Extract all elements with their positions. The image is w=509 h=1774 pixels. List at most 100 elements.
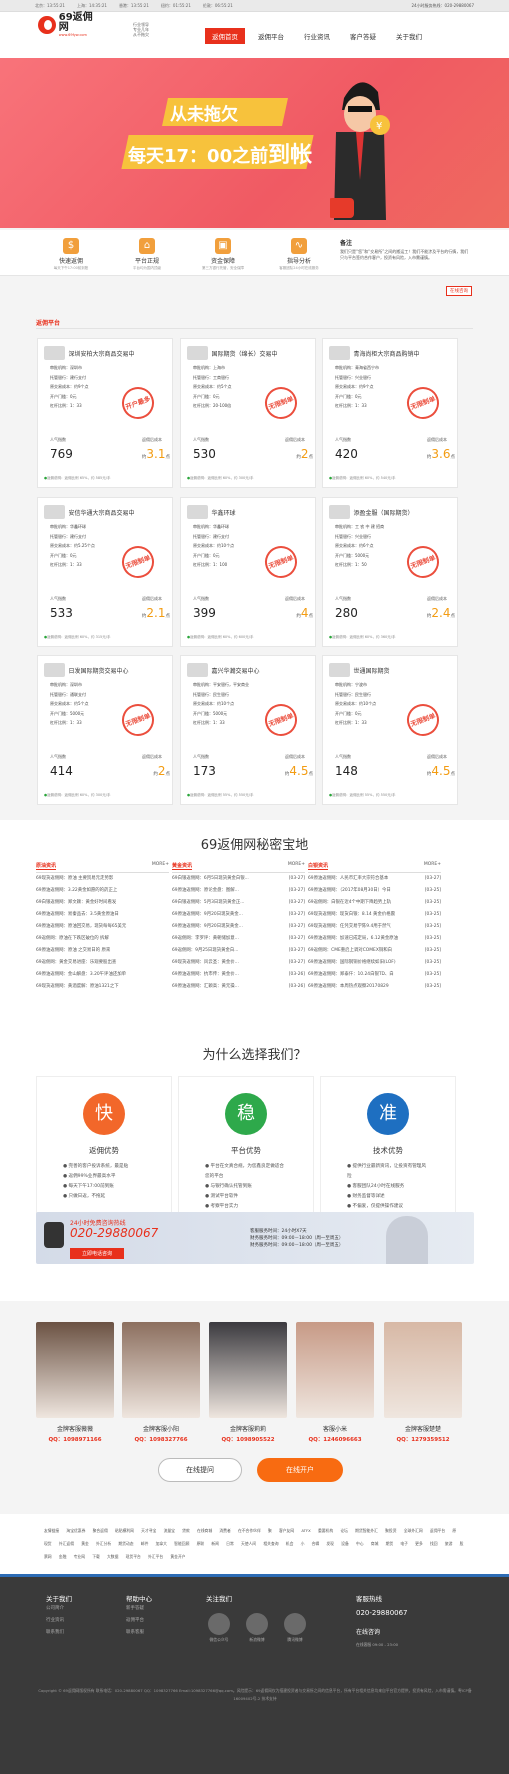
news-item[interactable]: 69原油返佣网：易秦品去：3.5黄金原油日: [36, 909, 169, 921]
advantage-item: ● 不偏爱，仅提供操作建议: [347, 1204, 404, 1209]
slogan: 行业领导 专业几年 从不拖欠: [133, 22, 163, 37]
news-item[interactable]: 69现货返佣网：现货白银：8.14 黄金价格震 [03-25]: [308, 909, 441, 921]
more-link[interactable]: MORE+: [288, 862, 305, 870]
hero-banner[interactable]: 从未拖欠 每天17：00之前到帐 ¥: [0, 58, 509, 228]
news-item[interactable]: 69原油返佣网：人民币汇率大宗符合基本 [03-27]: [308, 873, 441, 885]
news-item[interactable]: 69白银返佣网：5月3日现货黄金正... [03-27]: [172, 897, 305, 909]
service-hours-line: 财务服务时间：09:00－18:00（周一至周五）: [250, 1236, 344, 1241]
agent-qq[interactable]: QQ：1279359512: [384, 1435, 462, 1443]
rebate-cost: 约4.5点: [285, 764, 313, 778]
news-item[interactable]: 69现货返佣网：风云圣：黄金价... [03-27]: [172, 957, 305, 969]
nav-news[interactable]: 行业资讯: [297, 28, 337, 44]
news-item[interactable]: 69白银返佣网：郑文颖：黄金好时间看发: [36, 897, 169, 909]
online-consult-button[interactable]: 在线咨询: [446, 286, 472, 296]
value: 建行支付: [213, 533, 229, 539]
news-item[interactable]: 69原油返佣网：原油 之交易日的 原来: [36, 945, 169, 957]
news-column-title[interactable]: 原油资讯: [36, 862, 57, 870]
news-item[interactable]: 69现货返佣网：任凭交易学陈9.4用于然气 [03-25]: [308, 921, 441, 933]
news-item[interactable]: 69原油返佣网：（2017年08月30日）今日 [03-25]: [308, 885, 441, 897]
value: 3.6: [431, 447, 451, 461]
platform-name: 日发国际期货交易中心: [68, 667, 129, 675]
agent-card[interactable]: 金牌客服楚楚 QQ：1279359512: [384, 1322, 462, 1443]
svg-text:¥: ¥: [376, 121, 382, 132]
nav-home[interactable]: 返佣首页: [205, 28, 245, 44]
footer-online-consult[interactable]: 在线咨询: [356, 1627, 408, 1636]
nav-about[interactable]: 关于我们: [389, 28, 429, 44]
label: 返佣说明：返佣比例: [190, 793, 222, 797]
news-item-title: 69现货返佣网：风云圣：黄金价...: [172, 960, 239, 965]
platform-card[interactable]: 华鑫环球 审批机构：华鑫环球 托管银行：建行支付 原交易成本：约10个点 开户门槛：0元…: [180, 497, 316, 647]
news-item[interactable]: 69返佣网：9月25日现货黄金白... [03-27]: [172, 945, 305, 957]
news-item[interactable]: 69返佣网：白银在近4个中期下降趋势上轨 [03-25]: [308, 897, 441, 909]
friend-links-list[interactable]: 友情链接 淘宝优惠券 聚合返佣 粘贴模利网 天才寻宝 流量宝 贷款 在线商城 消…: [44, 1524, 464, 1563]
agent-qq[interactable]: QQ：1098971166: [36, 1435, 114, 1443]
platform-card[interactable]: 国际期货（绵长）交易中 审批机构：上海市 托管银行：工商银行 原交易成本：约5个点 开户…: [180, 338, 316, 488]
footer-link[interactable]: 公司简介: [46, 1603, 72, 1615]
news-column-title[interactable]: 黄金资讯: [172, 862, 193, 870]
footer-link[interactable]: 返佣平台: [126, 1615, 152, 1627]
news-item[interactable]: 69原油返佣网：抗市传：黄金价... [03-26]: [172, 969, 305, 981]
news-item[interactable]: 69原油返佣网：3.22黄金如愿的的药正上: [36, 885, 169, 897]
label: 托管银行: [193, 691, 209, 697]
news-item[interactable]: 69原油返佣网：汇颖高：黄元操... [03-26]: [172, 981, 305, 993]
news-item[interactable]: 69原油返佣网：加速已成定局，6.12黄金原油 [03-25]: [308, 933, 441, 945]
tencent-weibo-icon[interactable]: 腾讯微博: [282, 1613, 308, 1643]
more-link[interactable]: MORE+: [152, 862, 169, 870]
news-item[interactable]: 69原油返佣网：国际钢铜价格继续如旧(LOF) [03-25]: [308, 957, 441, 969]
advantage-item: ● 与银行确认托管到账: [205, 1184, 252, 1189]
agent-card[interactable]: 金牌客服莉莉 QQ：1098905522: [209, 1322, 287, 1443]
feature-sub: 客服团队24小时在线服务: [279, 266, 319, 270]
footer-link[interactable]: 联系我们: [46, 1627, 72, 1639]
news-item[interactable]: 69现货返佣网：黄酒度解：原油1321之下: [36, 981, 169, 993]
news-item[interactable]: 69原油返佣网：郑泰仟：10.24白银TD、白 [03-25]: [308, 969, 441, 981]
more-link[interactable]: MORE+: [424, 862, 441, 870]
call-now-button[interactable]: 立即电话咨询: [70, 1248, 125, 1259]
news-item[interactable]: 69白银返佣网：6月5日现货黄金白银... [03-27]: [172, 873, 305, 885]
agent-qq[interactable]: QQ：1098905522: [209, 1435, 287, 1443]
news-item[interactable]: 69现货返佣网：原油 主要贸易元走势影: [36, 873, 169, 885]
weibo-icon[interactable]: 新浪微博: [244, 1613, 270, 1643]
label: 人气指数: [50, 437, 66, 442]
wechat-icon[interactable]: 微信公众号: [206, 1613, 232, 1643]
nav-faq[interactable]: 客户答疑: [343, 28, 383, 44]
agent-qq[interactable]: QQ：1246096663: [296, 1435, 374, 1443]
agent-card[interactable]: 金牌客服小阳 QQ：1098327766: [122, 1322, 200, 1443]
platform-card[interactable]: 深圳安柏大宗商品交易中 审批机构：深圳市 托管银行：建行支付 原交易成本：约9个点 开户…: [37, 338, 173, 488]
value: 1：33: [70, 720, 82, 725]
news-column-title[interactable]: 白银资讯: [308, 862, 329, 870]
popularity-value: 530: [193, 447, 216, 461]
news-item[interactable]: 69原油返佣网：本周热点观察20170829 [03-25]: [308, 981, 441, 993]
platform-card[interactable]: 日发国际期货交易中心 审批机构：深圳市 托管银行：通联支付 原交易成本：约5个点 开户门…: [37, 655, 173, 805]
news-item[interactable]: 69原油返佣网：9月20日现货黄金... [03-27]: [172, 909, 305, 921]
news-item[interactable]: 69原油返佣网：金山解盘：3.20午评油还加单: [36, 969, 169, 981]
service-hours-line: 客服服务时间：24小时X7天: [250, 1229, 307, 1234]
news-item[interactable]: 69原油返佣网：9月20日现货黄金... [03-27]: [172, 921, 305, 933]
news-item[interactable]: 69返佣网：CME重启上调对COMEX铜和白 [03-25]: [308, 945, 441, 957]
platform-card[interactable]: 青海尚柜大宗商品购销中 审批机构：青海省西宁市 托管银行：兴业银行 原交易成本：约9个…: [322, 338, 458, 488]
logo-name: 69返佣网: [58, 12, 93, 33]
nav-platforms[interactable]: 返佣平台: [251, 28, 291, 44]
news-item[interactable]: 69原油返佣网：原油回交易，现货每每65美元: [36, 921, 169, 933]
open-account-button[interactable]: 在线开户: [257, 1458, 343, 1482]
ask-online-button[interactable]: 在线提问: [158, 1458, 242, 1482]
platform-card[interactable]: 世通国际期货 审批机构：宁波市 托管银行：民生银行 原交易成本：约10个点 开户门槛：0…: [322, 655, 458, 805]
news-item[interactable]: 69返佣网：黄金交易进座：乐观要股出查: [36, 957, 169, 969]
news-item[interactable]: 69返佣网：李罗评：黄朝储加意... [03-27]: [172, 933, 305, 945]
banner-subline-emph: 到帐: [268, 143, 313, 168]
agent-qq[interactable]: QQ：1098327766: [122, 1435, 200, 1443]
news-item-title: 69原油返佣网：本周热点观察20170829: [308, 984, 389, 989]
platform-card[interactable]: 安信华通大宗商品交易中 审批机构：华鑫环球 托管银行：建行支付 原交易成本：约5.25…: [37, 497, 173, 647]
news-item[interactable]: 69原油返佣网：原论金盘：图解... [03-27]: [172, 885, 305, 897]
footer-link[interactable]: 联系客服: [126, 1627, 152, 1639]
agent-card[interactable]: 客服小米 QQ：1246096663: [296, 1322, 374, 1443]
platform-card[interactable]: 添盈金服（国际期货） 审批机构：工 农 中 建 招商 托管银行：兴业银行 原交易成本：…: [322, 497, 458, 647]
agent-card[interactable]: 金牌客服薇薇 QQ：1098971166: [36, 1322, 114, 1443]
footer-link[interactable]: 新手答疑: [126, 1603, 152, 1615]
clock-london: 伦敦：06:55:21: [202, 2, 233, 8]
feature-fast-rebate: $ 快速返佣 每天下午17:00前到账: [36, 238, 106, 271]
platform-card[interactable]: 嘉兴华瀚交易中心 审批机构：平安银行，平安商业 托管银行：民生银行 原交易成本：约10…: [180, 655, 316, 805]
label: 审批机构: [193, 365, 209, 370]
site-logo[interactable]: 69返佣网 www.69fyw.com: [38, 12, 102, 37]
news-item[interactable]: 69返佣网：原油在下跌区破位的 拆解: [36, 933, 169, 945]
footer-link[interactable]: 行业资讯: [46, 1615, 72, 1627]
